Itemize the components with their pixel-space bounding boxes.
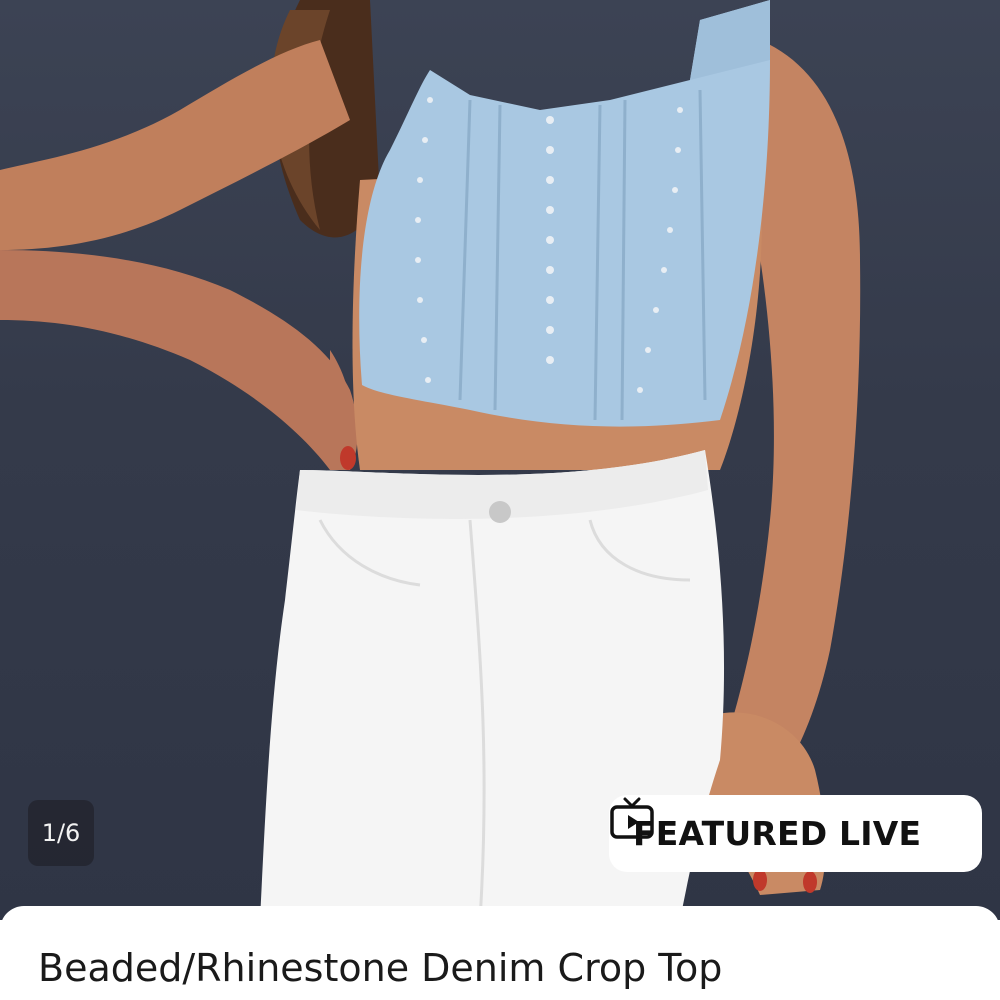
tv-play-icon bbox=[610, 797, 654, 839]
featured-live-label: FEATURED LIVE bbox=[633, 814, 922, 853]
product-photo[interactable]: 1/6 FEATURED LIVE bbox=[0, 0, 1000, 920]
image-counter: 1/6 bbox=[28, 800, 94, 866]
featured-live-badge[interactable]: FEATURED LIVE bbox=[609, 795, 982, 872]
product-image bbox=[0, 0, 861, 920]
product-title: Beaded/Rhinestone Denim Crop Top bbox=[38, 946, 723, 990]
